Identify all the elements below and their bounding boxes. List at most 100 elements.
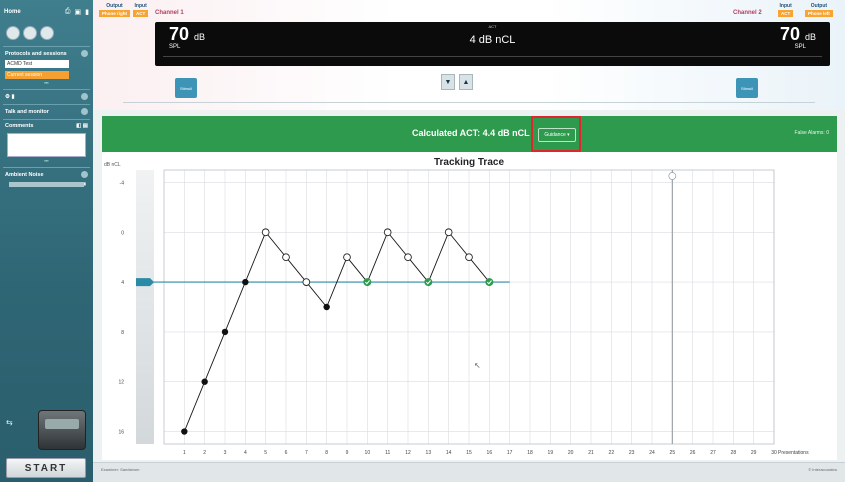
x-tick-label: 7	[305, 450, 308, 456]
guidance-highlight: Guidance ▾	[531, 116, 581, 152]
x-tick-label: 1	[183, 450, 186, 456]
y-tick-label: 0	[121, 230, 124, 236]
print-icon[interactable]: ⎙	[65, 8, 71, 16]
collapse-icon[interactable]	[81, 171, 88, 178]
tools-icon[interactable]: ⚙ ▮	[5, 94, 15, 100]
y-tick-label: 4	[121, 280, 124, 286]
right-level[interactable]: 70 dB	[780, 24, 816, 45]
level-up-button[interactable]: ▲	[459, 74, 473, 90]
x-tick-label: 15	[466, 450, 472, 456]
right-level-scale: SPL	[794, 44, 806, 50]
x-tick-label: 24	[649, 450, 655, 456]
comments-section: Comments ◧ ▤ ▪▪▪	[3, 119, 90, 163]
data-point	[201, 378, 208, 385]
x-tick-label: 21	[588, 450, 594, 456]
client-icon[interactable]	[40, 26, 54, 40]
x-tick-label: 2	[203, 450, 206, 456]
level-down-button[interactable]: ▼	[441, 74, 455, 90]
examiner-text: Examiner: Sandstrom	[101, 467, 140, 472]
x-tick-label: 14	[446, 450, 452, 456]
left-input[interactable]: Input ACT	[133, 3, 149, 17]
display-status-strip	[163, 56, 822, 64]
app-window: Home ⎙ ▣ ▮ Protocols and sessions ACMD T…	[0, 0, 845, 482]
talk-monitor-title: Talk and monitor	[5, 108, 49, 115]
y-tick-label: 16	[118, 430, 124, 436]
home-label[interactable]: Home	[4, 9, 21, 15]
data-point	[242, 278, 249, 286]
false-alarms-count: False Alarms: 0	[794, 130, 829, 136]
x-axis-label: Presentations	[778, 450, 809, 456]
accepted-point	[363, 278, 372, 287]
sidebar-top-bar: Home ⎙ ▣ ▮	[0, 0, 93, 24]
more-handle[interactable]: ▪▪▪	[3, 80, 90, 85]
channel-header: Output Phone right Input ACT Channel 1 C…	[93, 0, 845, 110]
headset-icon[interactable]	[6, 26, 20, 40]
channel-1-label: Channel 1	[155, 10, 184, 16]
ambient-noise-section: Ambient Noise ▮	[3, 167, 90, 187]
left-output[interactable]: Output Phone right	[99, 3, 130, 17]
data-point	[383, 228, 392, 237]
x-tick-label: 18	[527, 450, 533, 456]
x-tick-label: 3	[224, 450, 227, 456]
tools-section: ⚙ ▮	[3, 89, 90, 100]
comments-textbox[interactable]	[7, 133, 86, 157]
ambient-noise-meter: ▮	[9, 181, 86, 187]
presentation-cursor-handle[interactable]	[668, 172, 677, 180]
collapse-icon[interactable]	[81, 50, 88, 57]
x-tick-label: 12	[405, 450, 411, 456]
comment-tools-icon[interactable]: ◧ ▤	[76, 123, 88, 129]
center-level: 4 dB nCL	[469, 34, 516, 46]
right-output[interactable]: Output Phone left	[805, 3, 833, 17]
center-caption: ACT	[488, 24, 497, 29]
x-tick-label: 23	[629, 450, 635, 456]
chart-title: Tracking Trace	[434, 157, 504, 168]
more-handle[interactable]: ▪▪▪	[3, 158, 90, 163]
left-stimuli-button[interactable]: Stimuli	[175, 78, 197, 98]
mouse-pointer-icon: ↖	[474, 361, 481, 370]
x-tick-label: 16	[487, 450, 493, 456]
x-tick-label: 13	[426, 450, 432, 456]
right-input[interactable]: Input ACT	[778, 3, 794, 17]
report-icon[interactable]	[23, 26, 37, 40]
session-select[interactable]: Current session	[5, 71, 69, 79]
connection-icon: ⇆	[6, 418, 13, 427]
x-tick-label: 10	[365, 450, 371, 456]
x-tick-label: 6	[285, 450, 288, 456]
calculated-act: Calculated ACT: 4.4 dB nCL	[412, 128, 530, 138]
level-display: 70 dB SPL ACT 4 dB nCL 70 dB SPL	[155, 22, 830, 66]
x-tick-label: 28	[731, 450, 737, 456]
data-point	[444, 228, 453, 237]
x-tick-label: 11	[385, 450, 390, 456]
x-tick-label: 22	[609, 450, 615, 456]
data-point	[221, 328, 229, 336]
data-point	[261, 228, 270, 237]
data-point	[181, 428, 188, 435]
guidance-button[interactable]: Guidance ▾	[538, 128, 576, 142]
x-tick-label: 20	[568, 450, 574, 456]
collapse-icon[interactable]	[81, 93, 88, 100]
phone-icon[interactable]: ▮	[85, 8, 89, 16]
save-icon[interactable]: ▣	[75, 8, 82, 16]
collapse-icon[interactable]	[81, 108, 88, 115]
protocols-title: Protocols and sessions	[5, 50, 67, 57]
tracking-trace-chart: Tracking TracedB nCL1 2 3 4 5 6 7 8 9 10 11 12 13 14 1…	[104, 157, 809, 456]
x-tick-label: 17	[507, 450, 513, 456]
x-tick-label: 9	[346, 450, 349, 456]
copyright-text: © Interacoustics	[808, 467, 837, 472]
data-point	[343, 253, 351, 262]
sidebar: Home ⎙ ▣ ▮ Protocols and sessions ACMD T…	[0, 0, 93, 482]
protocol-select[interactable]: ACMD Test	[5, 60, 69, 68]
start-button[interactable]: START	[6, 458, 86, 478]
results-bar: Calculated ACT: 4.4 dB nCL Guidance ▾ Fa…	[102, 116, 837, 152]
level-icon: ▮	[83, 181, 86, 186]
y-tick-label: -4	[120, 180, 125, 186]
right-stimuli-button[interactable]: Stimuli	[736, 78, 758, 98]
y-tick-label: 8	[121, 330, 124, 336]
accepted-point	[424, 278, 433, 287]
x-tick-label: 26	[690, 450, 696, 456]
data-point	[323, 303, 330, 311]
x-tick-label: 30	[771, 450, 777, 456]
x-tick-label: 19	[548, 450, 554, 456]
x-tick-label: 27	[710, 450, 716, 456]
x-tick-label: 4	[244, 450, 247, 456]
